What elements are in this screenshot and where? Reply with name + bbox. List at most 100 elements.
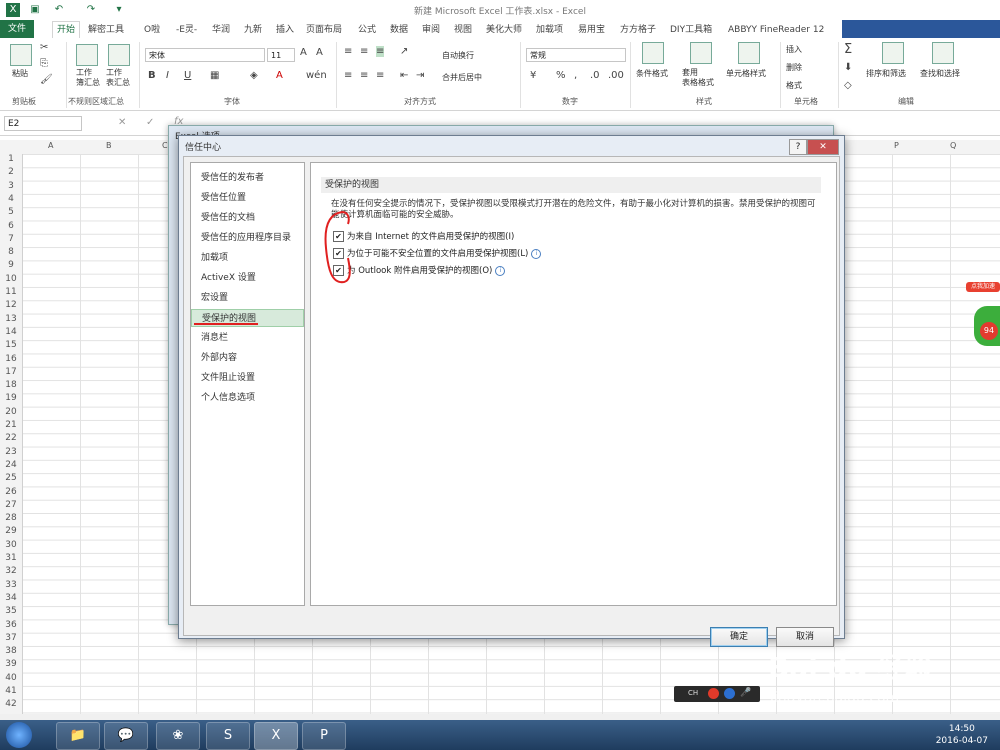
tab-home[interactable]: 开始	[52, 21, 81, 39]
find-select-button[interactable]: 查找和选择	[920, 68, 960, 79]
row-header[interactable]: 8	[0, 247, 22, 257]
row-header[interactable]: 38	[0, 646, 22, 656]
delete-cells-button[interactable]: 删除	[786, 62, 802, 73]
align-middle-icon[interactable]: ≡	[360, 46, 368, 57]
fill-color-icon[interactable]: ◈	[250, 70, 258, 81]
tab-addins[interactable]: 加载项	[536, 22, 563, 38]
row-header[interactable]: 5	[0, 207, 22, 217]
row-header[interactable]: 26	[0, 487, 22, 497]
clear-icon[interactable]: ◇	[844, 80, 852, 91]
row-header[interactable]: 12	[0, 300, 22, 310]
decrease-decimal-icon[interactable]: .00	[608, 70, 624, 81]
tab-page-layout[interactable]: 页面布局	[306, 22, 342, 38]
paste-icon[interactable]	[10, 44, 32, 66]
row-header[interactable]: 28	[0, 513, 22, 523]
insert-cells-button[interactable]: 插入	[786, 44, 802, 55]
font-color-icon[interactable]: A	[276, 70, 283, 81]
conditional-format-icon[interactable]	[642, 42, 664, 64]
microphone-icon[interactable]: 🎤	[740, 688, 751, 698]
outdent-icon[interactable]: ⇥	[416, 70, 424, 81]
comma-icon[interactable]: ,	[574, 70, 577, 81]
column-header[interactable]: A	[48, 141, 53, 150]
nav-item[interactable]: 文件阻止设置	[191, 369, 304, 387]
row-header[interactable]: 17	[0, 367, 22, 377]
tab-beautify[interactable]: 美化大师	[486, 22, 522, 38]
tab-file[interactable]: 文件	[0, 20, 35, 38]
info-icon[interactable]: i	[531, 248, 542, 259]
row-header[interactable]: 15	[0, 340, 22, 350]
column-header[interactable]: P	[894, 141, 899, 150]
row-header[interactable]: 41	[0, 686, 22, 696]
row-header[interactable]: 35	[0, 606, 22, 616]
row-header[interactable]: 34	[0, 593, 22, 603]
align-right-icon[interactable]: ≡	[376, 70, 384, 81]
row-header[interactable]: 37	[0, 633, 22, 643]
tab-insert[interactable]: 插入	[276, 22, 294, 38]
cancel-icon[interactable]: ✕	[118, 117, 126, 128]
tab-jiuxin[interactable]: 九新	[244, 22, 262, 38]
table-format-icon[interactable]	[690, 42, 712, 64]
row-header[interactable]: 29	[0, 526, 22, 536]
autosum-icon[interactable]: Σ	[844, 42, 852, 57]
help-icon[interactable]	[724, 688, 735, 699]
fill-icon[interactable]: ⬇	[844, 62, 852, 73]
powerpoint-icon[interactable]: P	[302, 722, 346, 750]
ime-toolbar[interactable]: CH 🎤	[674, 686, 760, 702]
border-icon[interactable]: ▦	[210, 70, 219, 81]
explorer-icon[interactable]: 📁	[56, 722, 100, 750]
font-size-select[interactable]: 11	[267, 48, 295, 62]
orientation-icon[interactable]: ↗	[400, 46, 408, 57]
row-header[interactable]: 36	[0, 620, 22, 630]
ime-language[interactable]: CH	[688, 689, 698, 697]
checkbox-label[interactable]: 为位于可能不安全位置的文件启用受保护视图(L)	[347, 249, 528, 259]
nav-item[interactable]: 消息栏	[191, 329, 304, 347]
row-header[interactable]: 19	[0, 393, 22, 403]
name-box[interactable]: E2	[4, 116, 82, 131]
tab-ola[interactable]: O啦	[144, 22, 160, 38]
sum-icon[interactable]	[108, 44, 130, 66]
messenger-icon[interactable]: 💬	[104, 722, 148, 750]
increase-decimal-icon[interactable]: .0	[590, 70, 600, 81]
nav-item[interactable]: ActiveX 设置	[191, 269, 304, 287]
conditional-format-button[interactable]: 条件格式	[636, 68, 668, 79]
percent-icon[interactable]: %	[556, 70, 566, 81]
tab-eling[interactable]: -E灵-	[176, 22, 197, 38]
tab-formulas[interactable]: 公式	[358, 22, 376, 38]
tab-fangfang[interactable]: 方方格子	[620, 22, 656, 38]
tab-huarun[interactable]: 华润	[212, 22, 230, 38]
align-top-icon[interactable]: ≡	[344, 46, 352, 57]
merge-center-button[interactable]: 合并后居中	[442, 72, 482, 83]
row-header[interactable]: 32	[0, 566, 22, 576]
tab-data[interactable]: 数据	[390, 22, 408, 38]
cut-icon[interactable]: ✂	[40, 42, 48, 53]
row-header[interactable]: 10	[0, 274, 22, 284]
nav-item[interactable]: 受信任的发布者	[191, 169, 304, 187]
row-header[interactable]: 22	[0, 433, 22, 443]
phonetic-icon[interactable]: wén	[306, 70, 327, 81]
row-header[interactable]: 33	[0, 580, 22, 590]
tab-abbyy[interactable]: ABBYY FineReader 12	[728, 22, 824, 38]
tab-review[interactable]: 审阅	[422, 22, 440, 38]
excel-taskbar-icon[interactable]: X	[254, 722, 298, 750]
row-header[interactable]: 40	[0, 673, 22, 683]
row-header[interactable]: 27	[0, 500, 22, 510]
row-header[interactable]: 16	[0, 354, 22, 364]
row-header[interactable]: 2	[0, 167, 22, 177]
row-header[interactable]: 30	[0, 540, 22, 550]
indent-icon[interactable]: ⇤	[400, 70, 408, 81]
row-header[interactable]: 24	[0, 460, 22, 470]
row-header[interactable]: 7	[0, 234, 22, 244]
format-cells-button[interactable]: 格式	[786, 80, 802, 91]
side-widget[interactable]: 点我加速 94	[966, 282, 1000, 352]
checkbox-label[interactable]: 为 Outlook 附件启用受保护的视图(O)	[347, 266, 492, 276]
row-header[interactable]: 3	[0, 181, 22, 191]
row-header[interactable]: 23	[0, 447, 22, 457]
row-header[interactable]: 4	[0, 194, 22, 204]
row-header[interactable]: 39	[0, 659, 22, 669]
shrink-font-icon[interactable]: A	[316, 47, 323, 58]
column-header[interactable]: B	[106, 141, 112, 150]
tab-decrypt[interactable]: 解密工具	[88, 22, 124, 38]
info-icon[interactable]: i	[495, 265, 506, 276]
nav-item[interactable]: 外部内容	[191, 349, 304, 367]
italic-icon[interactable]: I	[166, 70, 169, 81]
